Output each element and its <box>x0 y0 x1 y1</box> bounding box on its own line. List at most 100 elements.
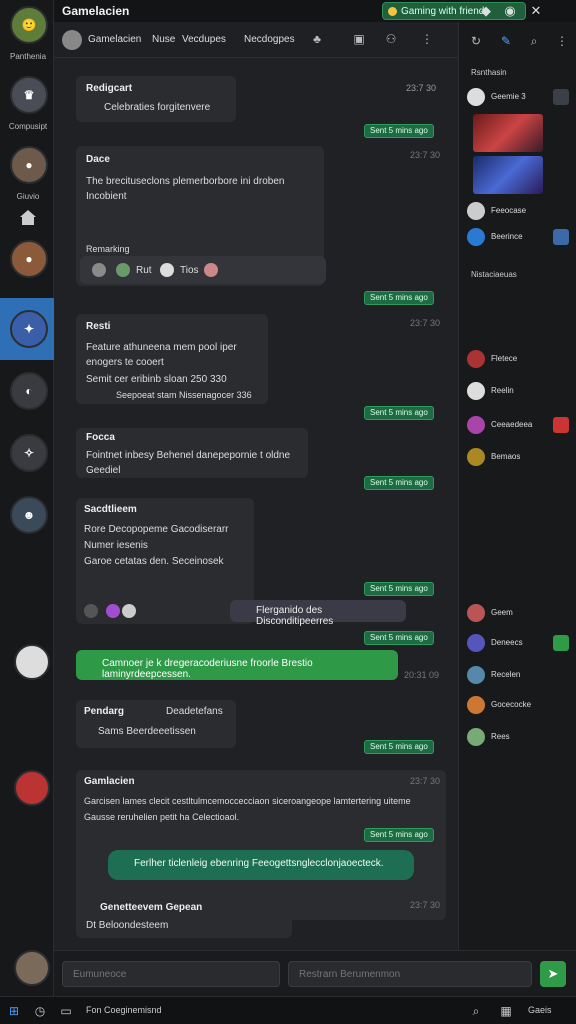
reaction-name: Rut <box>136 265 152 276</box>
clock-icon[interactable]: ◷ <box>32 1003 48 1019</box>
panel-item[interactable]: Fletece <box>467 348 569 370</box>
message-card[interactable]: Resti Feature athuneena mem pool iper en… <box>76 314 268 404</box>
refresh-icon[interactable]: ↻ <box>469 34 483 48</box>
avatar <box>467 728 485 746</box>
panel-item[interactable]: Ceeaedeea <box>467 414 569 436</box>
server-label: Compusipt <box>8 122 48 131</box>
search-icon[interactable]: ⌕ <box>527 34 541 48</box>
more-icon[interactable]: ⋮ <box>555 34 569 48</box>
message-card[interactable]: Sacdtlieem Rore Decopopeme Gacodiserarr … <box>76 498 254 624</box>
tab-nuse[interactable]: Nuse <box>152 34 175 45</box>
message-time: 20:31 09 <box>404 670 440 680</box>
panel-item[interactable]: Geem <box>467 602 569 624</box>
media-thumbnail[interactable] <box>473 114 543 152</box>
sent-indicator: Sent 5 mins ago <box>364 740 434 754</box>
message-card[interactable]: Redigcart 23:7 30 Celebraties forgitenve… <box>76 76 436 122</box>
taskbar-right-label[interactable]: Gaeis <box>528 1005 552 1015</box>
panel-item[interactable]: Rees <box>467 726 569 748</box>
server-avatar[interactable]: ✦ <box>10 310 48 348</box>
taskbar-search-text[interactable]: Fon Coeginemisnd <box>86 1005 162 1015</box>
right-panel: ↻ ✎ ⌕ ⋮ Rsnthasin Geemie 3 Feeocase Beer… <box>458 22 576 950</box>
panel-item[interactable]: Deneecs <box>467 632 569 654</box>
home-icon[interactable] <box>18 208 38 226</box>
channel-avatar <box>62 30 82 50</box>
panel-item[interactable]: Reelin <box>467 380 569 402</box>
server-avatar[interactable]: 🙂 <box>10 6 48 44</box>
avatar[interactable] <box>14 950 50 986</box>
avatar <box>467 416 485 434</box>
message-author: Redigcart <box>86 83 133 94</box>
panel-item-label: Rees <box>491 732 510 741</box>
channel-name: Gamelacien <box>88 34 142 45</box>
reaction-row[interactable]: Rut Tios <box>80 256 326 284</box>
server-avatar[interactable]: ♛ <box>10 76 48 114</box>
server-avatar[interactable]: ☻ <box>10 496 48 534</box>
inbox-icon[interactable]: ▣ <box>352 32 366 46</box>
mention-tag[interactable]: Flerganido des Disconditipeerres <box>230 600 406 627</box>
server-avatar[interactable]: ◐ <box>10 372 48 410</box>
gamepad-icon[interactable]: ◆ <box>478 3 494 19</box>
reply-text: Ferlher ticlenleig ebenring Feeogettsngl… <box>134 858 384 869</box>
server-avatar[interactable]: ✧ <box>10 434 48 472</box>
start-icon[interactable]: ⊞ <box>6 1003 22 1019</box>
panel-item[interactable]: Feeocase <box>467 200 569 222</box>
panel-item-label: Geem <box>491 608 513 617</box>
tab-vecdupes[interactable]: Vecdupes <box>182 34 226 45</box>
message-author: Sacdtlieem <box>84 504 137 515</box>
profile-icon[interactable]: ◉ <box>502 3 518 19</box>
tab-necdogpes[interactable]: Necdogpes <box>244 34 295 45</box>
search-icon[interactable]: ⌕ <box>468 1003 484 1019</box>
chat-app: 🙂 Panthenia ♛ Compusipt ● Giuvio ● ✦ ◐ ✧… <box>0 0 576 1024</box>
send-button[interactable]: ➤ <box>540 961 566 987</box>
message-time: 23:7 30 <box>410 150 441 160</box>
left-search-input[interactable] <box>62 961 280 987</box>
members-icon[interactable]: ⚇ <box>384 32 398 46</box>
pin-icon[interactable]: ♣ <box>310 32 324 46</box>
message-author: Focca <box>86 432 115 443</box>
avatar[interactable] <box>14 644 50 680</box>
avatar <box>467 604 485 622</box>
message-text: Sams Beerdeeetissen <box>98 726 196 737</box>
message-text: Feature athuneena mem pool iper enogers … <box>86 342 237 368</box>
panel-item[interactable]: Bemaos <box>467 446 569 468</box>
sent-indicator: Sent 5 mins ago <box>364 582 434 596</box>
activity-icon[interactable]: ✎ <box>499 34 513 48</box>
message-card[interactable]: Genetteevem Gepean Dt Beloondesteem <box>76 896 292 938</box>
avatar <box>467 382 485 400</box>
reply-message[interactable]: Ferlher ticlenleig ebenring Feeogettsngl… <box>108 850 414 880</box>
more-icon[interactable]: ⋮ <box>420 32 434 46</box>
media-thumbnail[interactable] <box>473 156 543 194</box>
panel-item-label: Feeocase <box>491 206 527 215</box>
message-input[interactable] <box>288 961 532 987</box>
panel-item-label: Ceeaedeea <box>491 420 533 429</box>
server-avatar[interactable]: ● <box>10 240 48 278</box>
message-time: 23:7 30 <box>405 83 436 93</box>
tray-icon[interactable]: ▦ <box>498 1003 514 1019</box>
message-time: 23:7 30 <box>410 318 441 328</box>
panel-item-label: Recelen <box>491 670 521 679</box>
sent-indicator: Sent 5 mins ago <box>364 124 434 138</box>
message-author: Resti <box>86 321 111 332</box>
message-author: Genetteevem Gepean <box>100 902 203 913</box>
avatar <box>467 696 485 714</box>
close-icon[interactable]: ✕ <box>528 3 544 19</box>
panel-item-label: Gocecocke <box>491 700 532 709</box>
message-card[interactable]: Pendarg Deadetefans Sams Beerdeeetissen <box>76 700 236 748</box>
sent-indicator: Sent 5 mins ago <box>364 631 434 645</box>
message-text: Camnoer je k dregeracoderiusne froorle B… <box>102 658 313 680</box>
server-avatar[interactable]: ● <box>10 146 48 184</box>
panel-item[interactable]: Recelen <box>467 664 569 686</box>
panel-section-title: Nistaciaeuas <box>471 270 517 279</box>
panel-item[interactable]: Beerince <box>467 226 569 248</box>
message-card[interactable]: Focca Fointnet inbesy Behenel danepeporn… <box>76 428 308 478</box>
folder-icon[interactable]: ▭ <box>58 1003 74 1019</box>
server-label: Panthenia <box>9 52 47 61</box>
title-bar: Gamelacien Gaming with friends ◆ ◉ ✕ <box>54 0 576 22</box>
highlighted-message[interactable]: Camnoer je k dregeracoderiusne froorle B… <box>76 650 398 680</box>
panel-item[interactable]: Geemie 3 <box>467 86 569 108</box>
message-text-2: Numer iesenis <box>84 540 148 551</box>
panel-item[interactable]: Gocecocke <box>467 694 569 716</box>
avatar[interactable] <box>14 770 50 806</box>
panel-section-title: Rsnthasin <box>471 68 507 77</box>
message-author: Pendarg <box>84 706 125 717</box>
